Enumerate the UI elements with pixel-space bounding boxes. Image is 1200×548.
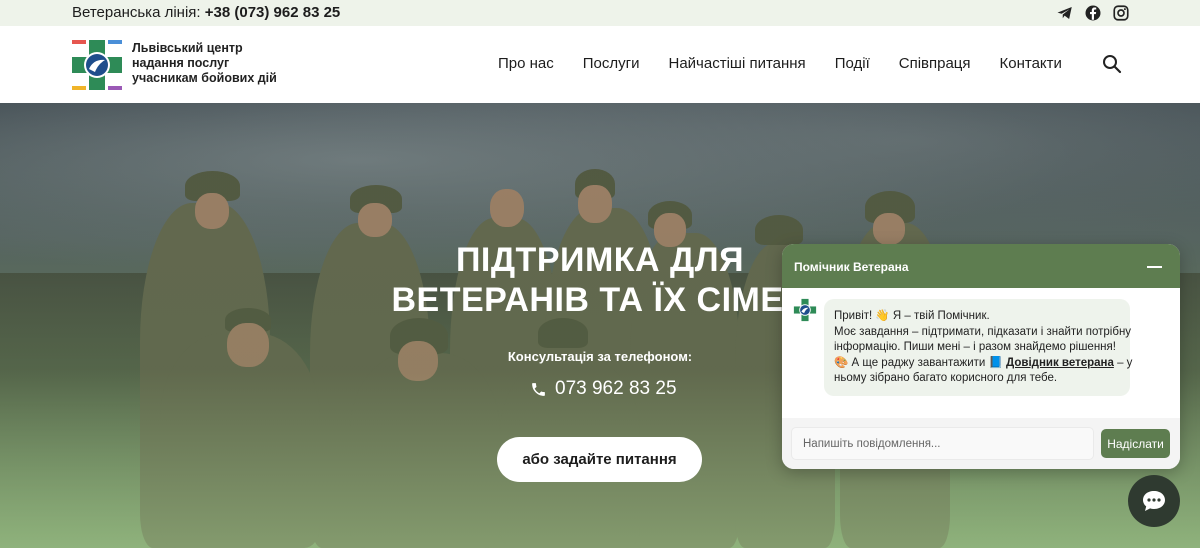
org-name-line: учасникам бойових дій: [132, 71, 277, 85]
consult-label: Консультація за телефоном:: [507, 349, 693, 364]
nav-services[interactable]: Послуги: [583, 55, 640, 72]
message-text: – у: [1117, 356, 1133, 369]
message-line: Моє завдання – підтримати, підказати і з…: [834, 325, 1132, 338]
nav-cooperation[interactable]: Співпраця: [899, 55, 971, 72]
chat-minimize-button[interactable]: [1147, 266, 1162, 268]
chat-toggle-button[interactable]: [1128, 475, 1180, 527]
telegram-icon[interactable]: [1056, 4, 1074, 22]
bot-message: Привіт! 👋 Я – твій Помічник. Моє завданн…: [824, 299, 1132, 396]
nav-faq[interactable]: Найчастіші питання: [669, 55, 806, 72]
hotline-number[interactable]: +38 (073) 962 83 25: [205, 4, 341, 21]
top-bar: Ветеранська лінія: +38 (073) 962 83 25: [0, 0, 1200, 26]
chat-message-input[interactable]: [791, 427, 1094, 460]
org-name[interactable]: Львівський центр надання послуг учасника…: [132, 41, 277, 86]
org-name-line: надання послуг: [132, 56, 230, 70]
message-line: ньому зібрано багато корисного для тебе.: [834, 372, 1058, 384]
chat-title: Помічник Ветерана: [794, 260, 909, 274]
site-header: Львівський центр надання послуг учасника…: [0, 26, 1200, 103]
send-button[interactable]: Надіслати: [1101, 429, 1170, 458]
instagram-icon[interactable]: [1112, 4, 1130, 22]
social-links: [1056, 4, 1130, 22]
nav-about[interactable]: Про нас: [498, 55, 554, 72]
main-nav: Про нас Послуги Найчастіші питання Події…: [498, 55, 1062, 72]
hotline: Ветеранська лінія: +38 (073) 962 83 25: [72, 4, 340, 21]
hero-phone-number: 073 962 83 25: [555, 378, 677, 399]
message-line: Привіт! 👋 Я – твій Помічник.: [834, 310, 990, 322]
chat-header: Помічник Ветерана: [782, 244, 1180, 288]
facebook-icon[interactable]: [1084, 4, 1102, 22]
center-logo[interactable]: [70, 38, 124, 92]
ask-question-button[interactable]: або задайте питання: [497, 437, 702, 482]
nav-events[interactable]: Події: [835, 55, 870, 72]
message-text: 🎨 А ще раджу завантажити 📘: [834, 356, 1003, 369]
org-name-line: Львівський центр: [132, 41, 243, 55]
chat-bubble-icon: [1143, 491, 1165, 511]
message-line: 🎨 А ще раджу завантажити 📘 Довідник вете…: [834, 356, 1132, 372]
chat-widget: Помічник Ветерана Привіт! 👋 Я – твій Пом…: [782, 244, 1180, 469]
chat-footer: Надіслати: [782, 418, 1180, 469]
phone-icon: [532, 382, 545, 396]
search-icon[interactable]: [1102, 54, 1122, 74]
veteran-guide-link[interactable]: Довідник ветерана: [1006, 357, 1114, 369]
hotline-label: Ветеранська лінія:: [72, 4, 201, 21]
hero-phone[interactable]: 073 962 83 25: [530, 378, 677, 400]
nav-contacts[interactable]: Контакти: [1000, 55, 1062, 72]
message-line: інформацію. Пиши мені – і разом знайдемо…: [834, 341, 1116, 353]
bot-avatar: [793, 298, 817, 322]
